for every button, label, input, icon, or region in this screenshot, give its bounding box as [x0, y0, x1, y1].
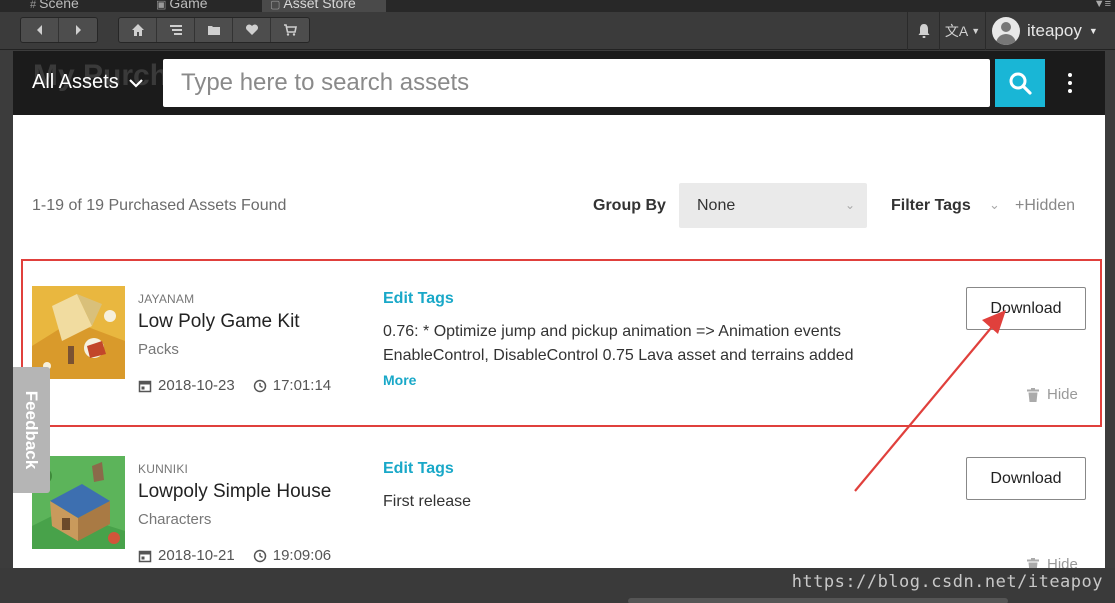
group-by-select[interactable]: None ⌄ — [679, 183, 867, 228]
results-count: 1-19 of 19 Purchased Assets Found — [32, 197, 287, 214]
tab-asset-store[interactable]: ▢ Asset Store — [262, 0, 386, 12]
search-button[interactable] — [995, 59, 1045, 107]
history-nav-group — [20, 17, 98, 43]
search-input[interactable] — [163, 59, 990, 107]
asset-category[interactable]: Characters — [138, 511, 211, 528]
home-button[interactable] — [119, 18, 157, 42]
search-bar: My Purchases All Assets — [13, 51, 1105, 115]
group-by-value: None — [697, 197, 736, 214]
scope-label: All Assets — [32, 71, 119, 93]
hide-label: Hide — [1047, 556, 1078, 568]
chevron-down-icon: ▼ — [971, 26, 981, 36]
feedback-tab[interactable]: Feedback — [13, 367, 50, 493]
tab-menu-icon[interactable]: ▼≡ — [1094, 0, 1111, 10]
store-toolbar: 文A ▼ iteapoy ▼ — [0, 12, 1115, 50]
user-menu[interactable]: iteapoy ▼ — [985, 12, 1115, 50]
release-notes: First release — [383, 493, 472, 510]
tab-scene[interactable]: # Scene — [22, 0, 87, 12]
feedback-label: Feedback — [22, 390, 42, 470]
trash-icon — [1027, 557, 1039, 568]
user-name: iteapoy — [1027, 21, 1082, 40]
home-icon — [131, 24, 144, 36]
forward-button[interactable] — [59, 18, 97, 42]
menu-icon — [169, 25, 182, 35]
edit-tags-link[interactable]: Edit Tags — [383, 460, 454, 478]
filter-tags-label[interactable]: Filter Tags — [891, 197, 971, 215]
hide-button[interactable]: Hide — [1027, 556, 1078, 568]
translate-icon: 文A — [944, 23, 969, 39]
chevron-down-icon: ▼ — [1088, 26, 1098, 36]
store-nav-group — [118, 17, 310, 43]
annotation-highlight-box — [21, 259, 1102, 427]
bell-icon — [918, 24, 929, 38]
notifications-button[interactable] — [907, 12, 939, 50]
calendar-icon — [138, 550, 152, 562]
download-button[interactable]: Download — [966, 457, 1086, 500]
tab-game[interactable]: ▣ Game — [148, 0, 216, 12]
clock-icon — [253, 549, 266, 562]
back-arrow-icon — [36, 25, 42, 35]
group-by-label: Group By — [593, 197, 666, 214]
more-options-icon[interactable] — [1063, 67, 1077, 99]
chevron-down-icon: ⌄ — [844, 198, 855, 212]
my-assets-button[interactable] — [195, 18, 233, 42]
watermark: https://blog.csdn.net/iteapoy — [791, 572, 1103, 592]
search-icon — [1009, 72, 1032, 95]
folder-icon — [207, 26, 220, 35]
purchase-date: 2018-10-21 — [158, 547, 235, 564]
purchase-datetime: 2018-10-21 19:09:06 — [138, 547, 331, 564]
back-button[interactable] — [21, 18, 59, 42]
toolbar-right: 文A ▼ iteapoy ▼ — [907, 12, 1115, 50]
show-hidden-toggle[interactable]: +Hidden — [1015, 197, 1075, 215]
heart-icon — [245, 24, 258, 35]
chevron-down-icon — [128, 78, 143, 88]
avatar — [992, 17, 1020, 45]
publisher-name[interactable]: KUNNIKI — [138, 462, 188, 476]
cart-icon — [284, 24, 297, 36]
forward-arrow-icon — [76, 25, 81, 35]
language-selector[interactable]: 文A ▼ — [939, 12, 985, 50]
purchase-time: 19:09:06 — [272, 547, 332, 564]
wishlist-button[interactable] — [233, 18, 271, 42]
scope-dropdown[interactable]: All Assets — [32, 71, 143, 94]
asset-title[interactable]: Lowpoly Simple House — [138, 481, 331, 503]
scrollbar[interactable] — [628, 598, 1008, 603]
chevron-down-icon[interactable]: ⌄ — [989, 197, 1000, 213]
purchases-page: My Purchases All Assets 1-19 of 19 Purch… — [13, 51, 1105, 568]
categories-button[interactable] — [157, 18, 195, 42]
asset-store-window: # Scene ▣ Game ▢ Asset Store ▼≡ 文A ▼ ite… — [0, 0, 1115, 603]
editor-tab-strip: # Scene ▣ Game ▢ Asset Store ▼≡ — [0, 0, 1115, 12]
cart-button[interactable] — [271, 18, 309, 42]
list-item: KUNNIKI Lowpoly Simple House Characters … — [13, 456, 1105, 568]
